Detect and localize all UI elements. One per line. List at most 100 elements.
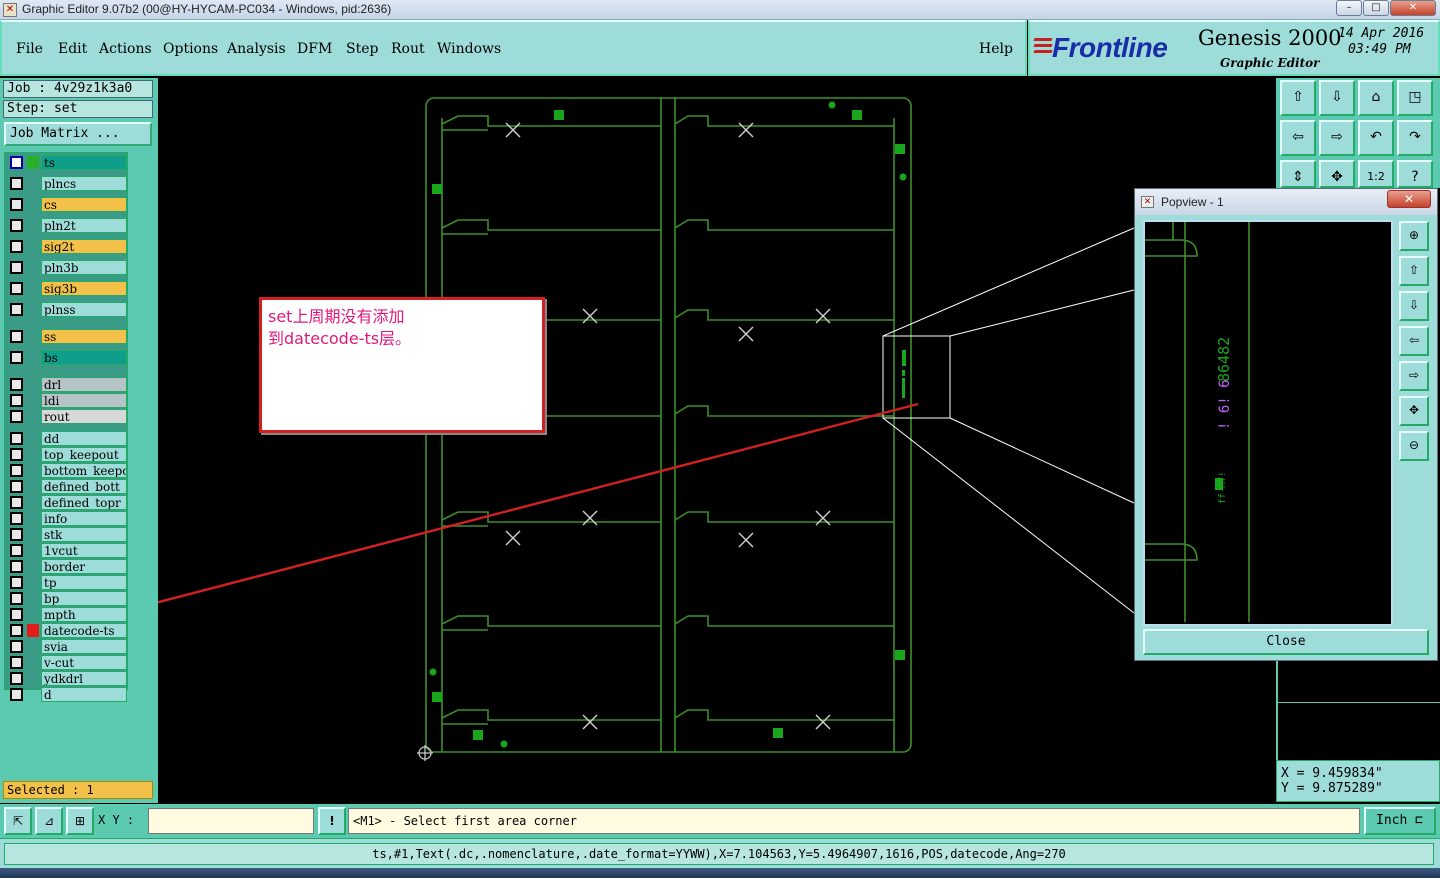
layer-checkbox[interactable]: [10, 378, 23, 391]
layer-row-defined_bott[interactable]: defined_bott: [7, 479, 127, 494]
layer-row-dd[interactable]: dd: [7, 431, 127, 446]
layer-checkbox[interactable]: [10, 410, 23, 423]
popview-zoom-in-button[interactable]: ⊕: [1399, 221, 1429, 251]
menu-actions[interactable]: Actions: [99, 41, 152, 57]
menu-analysis[interactable]: Analysis: [227, 41, 286, 57]
layer-row-bottom_keepo[interactable]: bottom_keepo: [7, 463, 127, 478]
zoom-center-button[interactable]: ✥: [1319, 160, 1355, 188]
layer-checkbox[interactable]: [10, 576, 23, 589]
layer-row-datecode-ts[interactable]: datecode-ts: [7, 623, 127, 638]
menu-help[interactable]: Help: [979, 41, 1013, 57]
layer-checkbox[interactable]: [10, 464, 23, 477]
layer-row-sig3b[interactable]: sig3b: [7, 281, 127, 296]
layer-row-stk[interactable]: stk: [7, 527, 127, 542]
popview-canvas[interactable]: 86482 ! 6! 6 ff-MT!: [1143, 220, 1393, 626]
graphic-canvas[interactable]: [122, 78, 1276, 803]
layer-checkbox[interactable]: [10, 496, 23, 509]
popview-pan-up-button[interactable]: ⇧: [1399, 256, 1429, 286]
layer-row-border[interactable]: border: [7, 559, 127, 574]
layer-checkbox[interactable]: [10, 432, 23, 445]
layer-checkbox[interactable]: [10, 219, 23, 232]
close-window-button[interactable]: ✕: [1390, 0, 1436, 16]
layer-checkbox[interactable]: [10, 592, 23, 605]
menu-dfm[interactable]: DFM: [297, 41, 332, 57]
layer-checkbox[interactable]: [10, 177, 23, 190]
layer-checkbox[interactable]: [10, 608, 23, 621]
menu-edit[interactable]: Edit: [58, 41, 87, 57]
zoom-fit-button[interactable]: ⇕: [1280, 160, 1316, 188]
measure-mode-icon[interactable]: ⊿: [35, 807, 63, 835]
layer-row-1vcut[interactable]: 1vcut: [7, 543, 127, 558]
layer-row-plnss[interactable]: plnss: [7, 302, 127, 317]
menu-step[interactable]: Step: [346, 41, 378, 57]
layer-checkbox[interactable]: [10, 560, 23, 573]
layer-checkbox[interactable]: [10, 672, 23, 685]
layer-row-info[interactable]: info: [7, 511, 127, 526]
layer-checkbox[interactable]: [10, 448, 23, 461]
xy-input[interactable]: [148, 808, 314, 834]
layer-row-ldi[interactable]: ldi: [7, 393, 127, 408]
menu-windows[interactable]: Windows: [437, 41, 501, 57]
units-button[interactable]: Inch ⊏: [1364, 807, 1436, 835]
popview-pan-down-button[interactable]: ⇩: [1399, 291, 1429, 321]
popview-zoom-out-button[interactable]: ⊖: [1399, 431, 1429, 461]
zoom-1-2-button[interactable]: 1:2: [1358, 160, 1394, 188]
layer-row-bp[interactable]: bp: [7, 591, 127, 606]
pan-right-button[interactable]: ⇨: [1319, 120, 1355, 156]
layer-row-bs[interactable]: bs: [7, 350, 127, 365]
layer-row-sig2t[interactable]: sig2t: [7, 239, 127, 254]
layer-row-cs[interactable]: cs: [7, 197, 127, 212]
layer-row-drl[interactable]: drl: [7, 377, 127, 392]
layer-checkbox[interactable]: [10, 528, 23, 541]
pan-down-button[interactable]: ⇩: [1319, 80, 1355, 116]
layer-checkbox[interactable]: [10, 544, 23, 557]
layer-row-d[interactable]: d: [7, 687, 127, 702]
job-matrix-button[interactable]: Job Matrix ...: [4, 122, 152, 146]
pan-left-button[interactable]: ⇦: [1280, 120, 1316, 156]
minimize-button[interactable]: –: [1336, 0, 1362, 16]
full-view-button[interactable]: ◳: [1397, 80, 1433, 116]
layer-checkbox[interactable]: [10, 624, 23, 637]
layer-checkbox[interactable]: [10, 656, 23, 669]
menu-rout[interactable]: Rout: [391, 41, 425, 57]
layer-checkbox[interactable]: [10, 240, 23, 253]
layer-checkbox[interactable]: [10, 303, 23, 316]
popview-zoom-fit-button[interactable]: ✥: [1399, 396, 1429, 426]
popview-pan-left-button[interactable]: ⇦: [1399, 326, 1429, 356]
layer-checkbox[interactable]: [10, 351, 23, 364]
popview-close-button[interactable]: Close: [1143, 629, 1429, 655]
layer-checkbox[interactable]: [10, 198, 23, 211]
layer-checkbox[interactable]: [10, 282, 23, 295]
menu-file[interactable]: File: [16, 41, 43, 57]
layer-checkbox[interactable]: [10, 261, 23, 274]
alert-icon[interactable]: !: [318, 807, 346, 835]
layer-checkbox[interactable]: [10, 480, 23, 493]
layer-row-rout[interactable]: rout: [7, 409, 127, 424]
layer-checkbox[interactable]: [10, 512, 23, 525]
layer-row-mpth[interactable]: mpth: [7, 607, 127, 622]
layer-row-plncs[interactable]: plncs: [7, 176, 127, 191]
maximize-button[interactable]: □: [1363, 0, 1389, 16]
layer-row-pln2t[interactable]: pln2t: [7, 218, 127, 233]
redo-view-button[interactable]: ↷: [1397, 120, 1433, 156]
help-icon[interactable]: ?: [1397, 160, 1433, 188]
layer-checkbox[interactable]: [10, 640, 23, 653]
popview-pan-right-button[interactable]: ⇨: [1399, 361, 1429, 391]
select-mode-icon[interactable]: ⇱: [4, 807, 32, 835]
layer-row-ss[interactable]: ss: [7, 329, 127, 344]
layer-row-defined_topr[interactable]: defined_topr: [7, 495, 127, 510]
pan-up-button[interactable]: ⇧: [1280, 80, 1316, 116]
layer-row-top_keepout[interactable]: top_keepout: [7, 447, 127, 462]
layer-row-ydkdrl[interactable]: ydkdrl: [7, 671, 127, 686]
layer-checkbox[interactable]: [10, 394, 23, 407]
layer-row-pln3b[interactable]: pln3b: [7, 260, 127, 275]
layer-checkbox[interactable]: [10, 330, 23, 343]
layer-checkbox[interactable]: [10, 688, 23, 701]
layer-row-tp[interactable]: tp: [7, 575, 127, 590]
layer-row-svia[interactable]: svia: [7, 639, 127, 654]
layer-row-v-cut[interactable]: v-cut: [7, 655, 127, 670]
home-view-button[interactable]: ⌂: [1358, 80, 1394, 116]
popview-close-icon[interactable]: ✕: [1387, 190, 1431, 208]
grid-snap-icon[interactable]: ⊞: [66, 807, 94, 835]
layer-checkbox[interactable]: [10, 156, 23, 169]
